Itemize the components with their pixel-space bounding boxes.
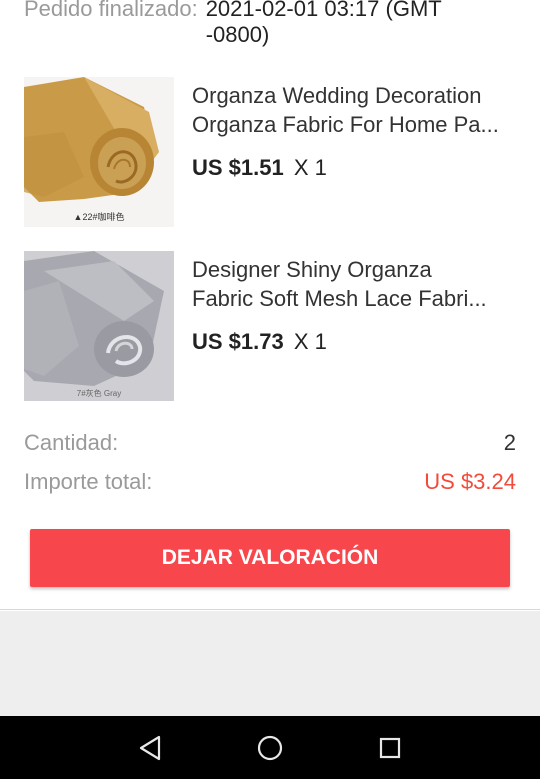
total-label: Importe total: — [24, 469, 153, 494]
item-price: US $1.51 — [192, 155, 284, 180]
order-status-label: Pedido finalizado: — [24, 0, 198, 21]
item-price-row: US $1.73 X 1 — [192, 329, 522, 355]
item-price: US $1.73 — [192, 329, 284, 354]
recents-square-icon[interactable] — [372, 730, 408, 766]
item-image-caption: ▲22#咖啡色 — [73, 212, 125, 222]
back-triangle-icon[interactable] — [132, 730, 168, 766]
beige-fabric-roll-image[interactable]: ▲22#咖啡色 — [24, 77, 174, 227]
total-summary-row: Importe total: US $3.24 — [24, 469, 516, 495]
order-item[interactable]: ▲22#咖啡色 Organza Wedding Decoration Organ… — [24, 77, 524, 227]
item-title-line1[interactable]: Designer Shiny Organza — [192, 255, 522, 284]
gray-fabric-roll-image[interactable]: 7#灰色 Gray — [24, 251, 174, 401]
home-circle-icon[interactable] — [252, 730, 288, 766]
item-info: Organza Wedding Decoration Organza Fabri… — [192, 81, 522, 181]
order-item[interactable]: 7#灰色 Gray Designer Shiny Organza Fabric … — [24, 251, 524, 401]
leave-review-button[interactable]: DEJAR VALORACIÓN — [30, 529, 510, 587]
item-info: Designer Shiny Organza Fabric Soft Mesh … — [192, 255, 522, 355]
item-title-line2[interactable]: Organza Fabric For Home Pa... — [192, 110, 522, 139]
item-image-caption: 7#灰色 Gray — [76, 389, 122, 398]
item-quantity: X 1 — [293, 329, 327, 354]
item-quantity: X 1 — [293, 155, 327, 180]
item-title-line1[interactable]: Organza Wedding Decoration — [192, 81, 522, 110]
item-title-line2[interactable]: Fabric Soft Mesh Lace Fabri... — [192, 284, 522, 313]
quantity-label: Cantidad: — [24, 430, 119, 455]
quantity-value: 2 — [503, 430, 516, 455]
order-status-row: Pedido finalizado: 2021-02-01 03:17 (GMT… — [24, 0, 524, 48]
android-navigation-bar — [0, 716, 540, 779]
item-price-row: US $1.51 X 1 — [192, 155, 522, 181]
order-status-date: 2021-02-01 03:17 (GMT -0800) — [205, 0, 442, 47]
quantity-summary-row: Cantidad: 2 — [24, 430, 516, 456]
page-background — [0, 611, 540, 716]
order-card: Pedido finalizado: 2021-02-01 03:17 (GMT… — [0, 0, 540, 610]
total-value: US $3.24 — [424, 469, 516, 494]
